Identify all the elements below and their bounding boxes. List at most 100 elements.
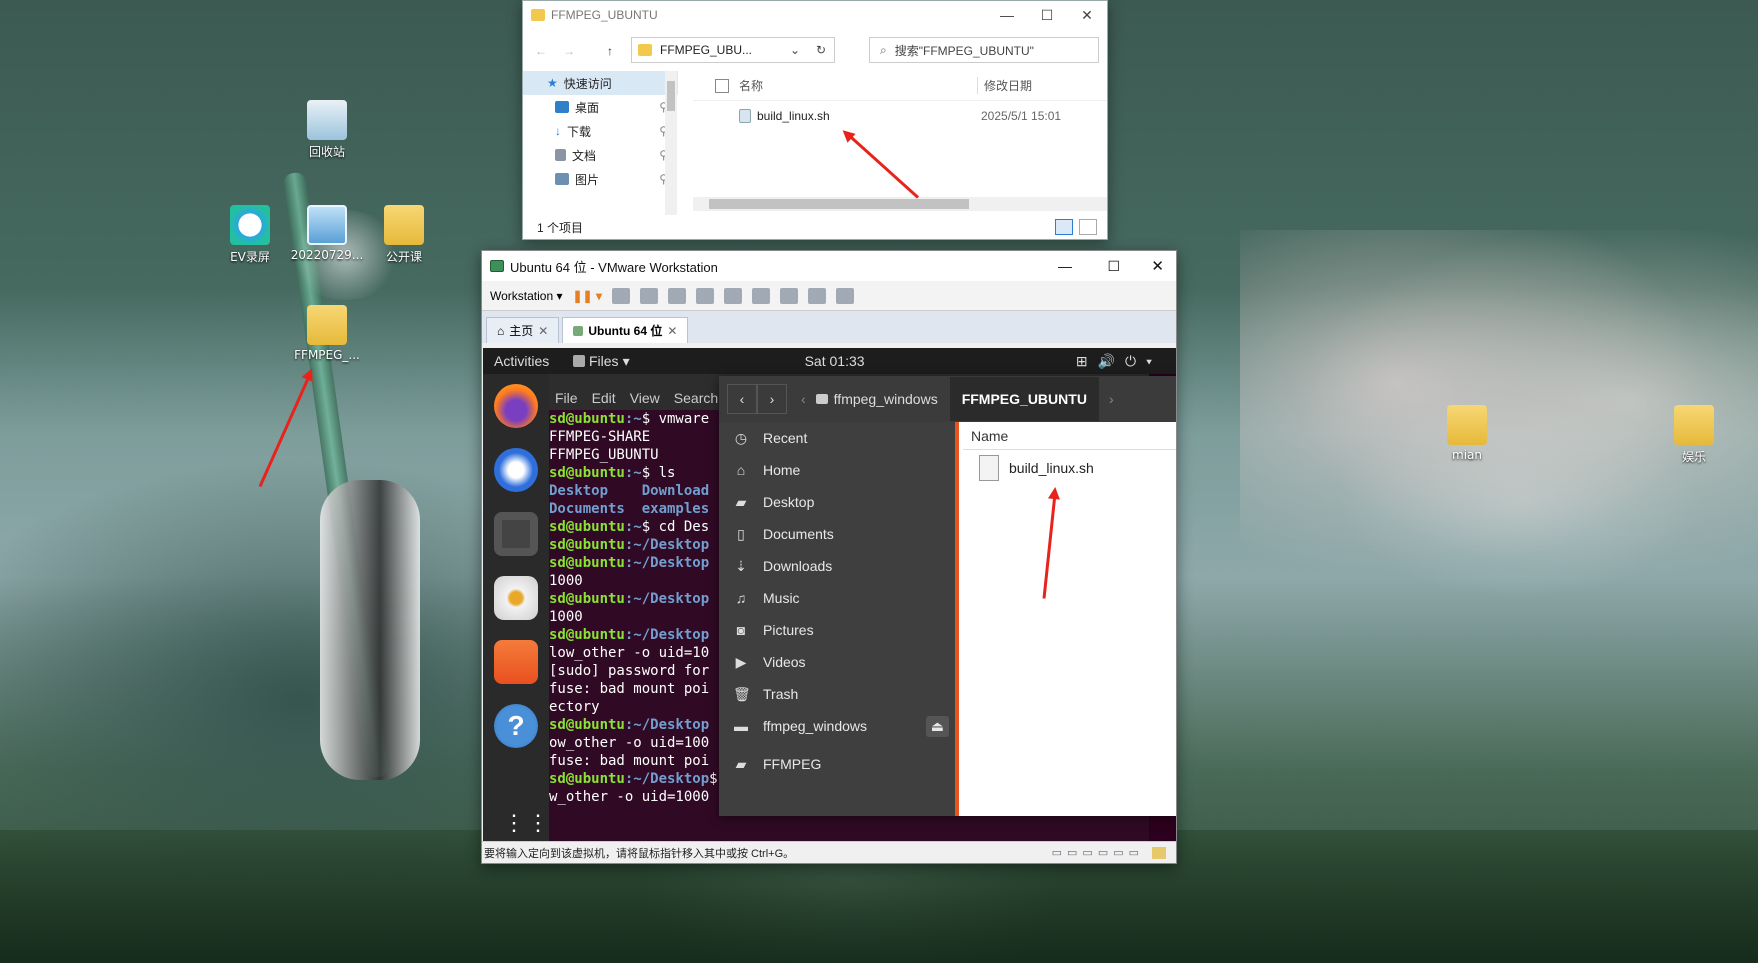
system-tray[interactable]: ⊞🔊⏻▾ — [1076, 353, 1162, 370]
recycle-bin-icon — [307, 100, 347, 140]
back-arrow-icon[interactable]: ← — [535, 44, 547, 58]
select-all-checkbox[interactable] — [715, 78, 729, 93]
maximize-button[interactable]: ☐ — [1107, 258, 1120, 275]
drive-icon: ▬ — [734, 718, 748, 734]
status-text: 要将输入定向到该虚拟机，请将鼠标指针移入其中或按 Ctrl+G。 — [484, 847, 795, 860]
tab-home[interactable]: ⌂ 主页 ✕ — [486, 317, 560, 343]
scrollbar-thumb[interactable] — [709, 199, 969, 209]
snapshot-icon[interactable] — [639, 287, 658, 304]
files-menu-label: Files — [589, 353, 619, 369]
terminal-prompt-user: sd@ubuntu — [549, 537, 625, 553]
chevron-down-icon[interactable]: ⌄ — [790, 43, 800, 57]
files-app-menu[interactable]: Files ▾ — [573, 353, 630, 370]
close-button[interactable]: ✕ — [1151, 257, 1164, 275]
send-keys-icon[interactable] — [611, 287, 630, 304]
search-input[interactable]: ⌕ 搜索"FFMPEG_UBUNTU" — [869, 37, 1099, 63]
path-scroll-right-icon[interactable]: › — [1109, 391, 1114, 407]
desktop-icon-ffmpeg-folder[interactable]: FFMPEG_... — [287, 305, 367, 362]
device-icons[interactable]: ▭▭▭▭▭▭ — [1052, 846, 1144, 859]
console-view-icon[interactable] — [835, 287, 854, 304]
sidebar-item-ffmpeg_windows[interactable]: ▬ ffmpeg_windows ⏏ — [719, 710, 955, 742]
clock[interactable]: Sat 01:33 — [805, 353, 865, 369]
path-segment-ffmpeg-windows[interactable]: ffmpeg_windows — [815, 391, 938, 407]
activities-button[interactable]: Activities — [483, 353, 573, 369]
sidebar-item-label: 快速访问 — [563, 76, 612, 91]
thumbnail-bar-icon[interactable] — [751, 287, 770, 304]
tab-label: Ubuntu 64 位 — [588, 324, 663, 338]
files-icon[interactable] — [494, 512, 538, 556]
sidebar-item-pictures[interactable]: ◙ Pictures — [719, 614, 955, 646]
desktop-icon-recycle-bin[interactable]: 回收站 — [287, 100, 367, 160]
snapshot-manager-icon[interactable] — [695, 287, 714, 304]
close-icon[interactable]: ✕ — [667, 324, 677, 338]
file-row[interactable]: build_linux.sh — [963, 450, 1176, 486]
menu-file[interactable]: File — [555, 390, 578, 406]
minimize-button[interactable]: — — [1058, 258, 1072, 274]
sidebar-item-documents[interactable]: 文档 ⚲ — [523, 143, 678, 167]
sidebar-item-videos[interactable]: ▶ Videos — [719, 646, 955, 678]
path-segment-current[interactable]: FFMPEG_UBUNTU — [949, 377, 1099, 421]
sidebar-scrollbar[interactable] — [665, 71, 677, 215]
sidebar-item-quick-access[interactable]: ★ 快速访问 — [523, 71, 678, 95]
sidebar-item-documents[interactable]: ▯ Documents — [719, 518, 955, 550]
sidebar-item-recent[interactable]: ◷ Recent — [719, 422, 955, 454]
workstation-menu[interactable]: Workstation ▾ — [490, 289, 563, 303]
forward-arrow-icon[interactable]: › — [757, 384, 787, 414]
sidebar-item-pictures[interactable]: 图片 ⚲ — [523, 167, 678, 191]
show-library-icon[interactable] — [723, 287, 742, 304]
forward-arrow-icon[interactable]: → — [563, 44, 575, 58]
revert-snapshot-icon[interactable] — [667, 287, 686, 304]
maximize-button[interactable]: ☐ — [1027, 5, 1067, 25]
desktop-icon-entertainment[interactable]: 娱乐 — [1654, 405, 1734, 465]
scrollbar-thumb[interactable] — [667, 81, 675, 111]
refresh-icon[interactable]: ↻ — [816, 43, 826, 57]
address-bar[interactable]: FFMPEG_UBU... ⌄ ↻ — [631, 37, 835, 63]
software-center-icon[interactable] — [494, 640, 538, 684]
gnome-topbar: Activities Files ▾ Sat 01:33 ⊞🔊⏻▾ — [483, 348, 1176, 374]
thunderbird-icon[interactable] — [494, 448, 538, 492]
unity-icon[interactable] — [807, 287, 826, 304]
eject-icon[interactable]: ⏏ — [925, 715, 949, 737]
terminal-prompt-path: :~/Desktop — [624, 771, 710, 787]
file-name: build_linux.sh — [1009, 460, 1094, 476]
close-icon[interactable]: ✕ — [538, 324, 548, 338]
file-row[interactable]: build_linux.sh 2025/5/1 15:01 — [693, 101, 1107, 131]
pause-icon[interactable]: ❚❚ ▾ — [573, 289, 602, 303]
sidebar-item-music[interactable]: ♫ Music — [719, 582, 955, 614]
close-button[interactable]: ✕ — [1067, 5, 1107, 25]
sidebar-item-ffmpeg[interactable]: ▰ FFMPEG — [719, 748, 955, 780]
desktop-icon-public-class[interactable]: 公开课 — [364, 205, 444, 265]
minimize-button[interactable]: — — [987, 5, 1027, 25]
horizontal-scrollbar[interactable] — [693, 197, 1107, 211]
details-view-icon[interactable] — [1055, 219, 1073, 235]
tab-ubuntu[interactable]: Ubuntu 64 位 ✕ — [562, 317, 689, 343]
sidebar-item-trash[interactable]: 🗑 Trash — [719, 678, 955, 710]
menu-view[interactable]: View — [630, 390, 660, 406]
column-header-modified[interactable]: 修改日期 — [977, 77, 1032, 94]
sidebar-item-downloads[interactable]: ⇣ Downloads — [719, 550, 955, 582]
help-icon[interactable]: ? — [494, 704, 538, 748]
desktop-icon-ev-recorder[interactable]: EV录屏 — [210, 205, 290, 265]
large-icons-view-icon[interactable] — [1079, 219, 1097, 235]
up-arrow-icon[interactable]: ↑ — [607, 44, 613, 58]
sidebar-item-downloads[interactable]: ↓ 下载 ⚲ — [523, 119, 678, 143]
firefox-icon[interactable] — [494, 384, 538, 428]
column-header-name[interactable]: 名称 — [739, 77, 977, 94]
desktop-icon-jpeg[interactable]: 20220729... — [287, 205, 367, 262]
menu-edit[interactable]: Edit — [592, 390, 616, 406]
column-header-name[interactable]: Name — [963, 422, 1176, 450]
sidebar-item-desktop[interactable]: 桌面 ⚲ — [523, 95, 678, 119]
sidebar-item-label: Pictures — [763, 622, 814, 638]
fullscreen-icon[interactable] — [779, 287, 798, 304]
menu-search[interactable]: Search — [674, 390, 718, 406]
message-icon[interactable] — [1152, 846, 1166, 859]
path-scroll-left-icon[interactable]: ‹ — [801, 391, 806, 407]
sidebar-item-home[interactable]: ⌂ Home — [719, 454, 955, 486]
back-arrow-icon[interactable]: ‹ — [727, 384, 757, 414]
rhythmbox-icon[interactable] — [494, 576, 538, 620]
ev-recorder-icon — [230, 205, 270, 245]
desktop-icon-mian[interactable]: mian — [1427, 405, 1507, 462]
sidebar-item-desktop[interactable]: ▰ Desktop — [719, 486, 955, 518]
desktop-icon-label: mian — [1452, 448, 1482, 462]
ubuntu-screen[interactable]: Activities Files ▾ Sat 01:33 ⊞🔊⏻▾ ? ⋮⋮⋮ … — [483, 348, 1176, 842]
